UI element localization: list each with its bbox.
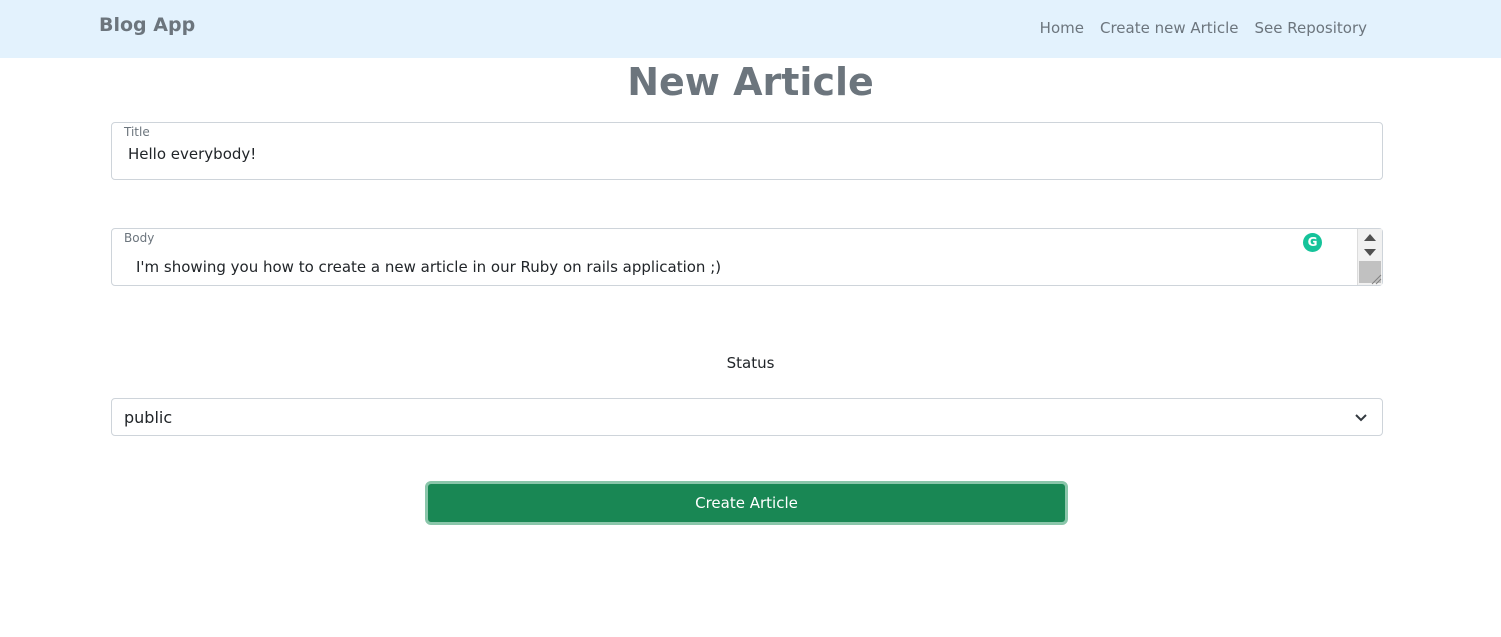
nav-link-home[interactable]: Home [1040, 19, 1084, 37]
create-article-button[interactable]: Create Article [425, 481, 1068, 525]
navbar: Blog App Home Create new Article See Rep… [0, 0, 1501, 58]
body-textarea[interactable]: I'm showing you how to create a new arti… [136, 258, 721, 276]
title-label: Title [124, 125, 150, 139]
status-select[interactable]: public [111, 398, 1383, 436]
body-label: Body [124, 231, 155, 245]
body-field[interactable]: Body I'm showing you how to create a new… [111, 228, 1383, 286]
chevron-down-icon [1355, 414, 1367, 422]
grammarly-icon[interactable]: G [1303, 233, 1322, 252]
nav-link-create-article[interactable]: Create new Article [1100, 19, 1239, 37]
title-field[interactable]: Title [111, 122, 1383, 180]
nav-link-see-repository[interactable]: See Repository [1254, 19, 1367, 37]
nav-links: Home Create new Article See Repository [1040, 19, 1367, 37]
status-select-value: public [124, 408, 173, 427]
resize-handle-icon[interactable] [1369, 272, 1382, 285]
scroll-down-icon[interactable] [1364, 249, 1376, 256]
textarea-scrollbar[interactable] [1357, 229, 1382, 285]
scroll-up-icon[interactable] [1364, 234, 1376, 241]
brand-link[interactable]: Blog App [99, 14, 195, 36]
title-input[interactable] [128, 145, 1358, 163]
page-title: New Article [627, 60, 874, 104]
status-label: Status [726, 354, 775, 372]
